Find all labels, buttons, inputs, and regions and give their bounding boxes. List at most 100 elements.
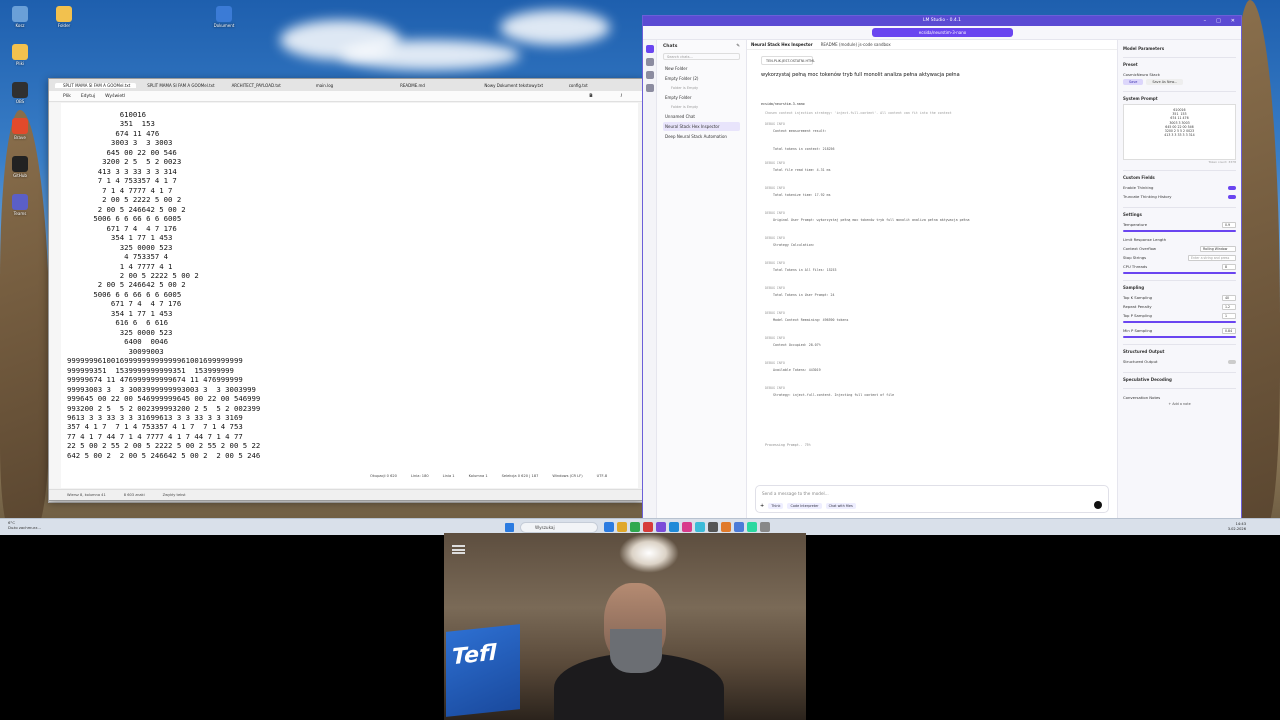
menu-edit[interactable]: Edytuj [81,94,95,99]
notepad-editor[interactable]: 610016 351 153 674 11 476 3003 3 3 3003 … [61,103,638,488]
cpu-threads-slider[interactable] [1123,272,1236,274]
chat-icon[interactable] [645,45,654,53]
clock[interactable]: 14:43 3.02.2026 [1228,522,1246,532]
topp-slider[interactable] [1123,321,1236,323]
think-chip[interactable]: Think [768,503,784,509]
attached-file[interactable]: TEN.PLIK.JEST.OSTATNI.HTML [761,56,815,65]
italic-icon[interactable]: I [621,94,622,99]
taskbar-app-icon[interactable] [669,522,679,532]
chat-list-item[interactable]: New Folder [663,64,740,73]
desktop-icon[interactable]: Folder [46,6,82,28]
debug-line: Strategy: inject-full-content. Injecting… [773,393,895,397]
enable-thinking-toggle[interactable] [1228,185,1236,190]
notepad-tab[interactable]: README.md [392,83,473,88]
custom-fields-label: Custom Fields [1123,175,1155,180]
taskbar-app-icon[interactable] [708,522,718,532]
stop-strings-label: Stop Strings [1123,255,1147,260]
structured-toggle[interactable] [1228,359,1236,364]
taskbar-app-icon[interactable] [630,522,640,532]
chat-files-chip[interactable]: Chat with files [825,503,856,509]
system-prompt-box[interactable]: 610016 351 153 674 11 476 3003 3 3003 64… [1123,104,1236,160]
truncate-toggle[interactable] [1228,194,1236,199]
taskbar-app-icon[interactable] [734,522,744,532]
menu-file[interactable]: Plik [63,94,71,99]
notepad-tab[interactable]: ARCHITECT_PAYLOAD.txt [224,83,305,88]
taskbar-app-icon[interactable] [682,522,692,532]
app-icon [12,82,28,98]
minp-slider[interactable] [1123,336,1236,338]
notepad-tab[interactable]: config.txt [561,83,642,88]
temperature-input[interactable]: 0.9 [1222,221,1236,228]
add-note-button[interactable]: + Add a note [1123,402,1236,406]
save-as-new-button[interactable]: Save As New... [1146,79,1184,85]
save-button[interactable]: Save [1123,79,1144,85]
chat-list-item[interactable]: Neural Stack Hex Inspector [663,122,740,131]
send-button[interactable] [1094,501,1102,509]
discover-icon[interactable] [645,84,654,92]
bold-icon[interactable]: B [589,94,592,99]
chat-list-item[interactable]: Empty Folder [663,93,740,102]
hamburger-menu-icon[interactable] [452,545,465,554]
taskbar-app-icon[interactable] [721,522,731,532]
app-icon [12,6,28,22]
desktop-icon[interactable]: Brave [2,118,38,140]
code-interpreter-chip[interactable]: Code Interpreter [787,503,822,509]
composer-input[interactable]: Send a message to the model... [756,486,1108,496]
conv-notes-label: Conversation Notes [1123,395,1161,400]
window-title: LM Studio - 0.4.1 [922,18,962,23]
developer-icon[interactable] [645,58,654,66]
status-item: Windows (CR LF) [552,474,583,478]
menu-view[interactable]: Wyświetl [105,94,125,99]
notepad-tab[interactable]: main.log [308,83,389,88]
desktop-icon[interactable]: Kosz [2,6,38,28]
preset-label: Preset [1123,62,1138,67]
desktop-icon[interactable]: Pliki [2,44,38,66]
maximize-icon[interactable]: □ [1216,16,1221,26]
chat-list-item[interactable]: Empty Folder (2) [663,74,740,83]
cpu-threads-input[interactable]: 8 [1222,263,1236,270]
close-icon[interactable]: ✕ [1231,16,1235,26]
notepad-tab[interactable]: Nowy Dokument tekstowy.txt [476,83,557,88]
model-selector[interactable]: ecsida/neurstim-3-nano [872,28,1013,37]
stop-strings-input[interactable]: Enter a string and press [1188,254,1236,261]
minp-input[interactable]: 0.84 [1222,327,1236,334]
plus-icon[interactable]: + [760,503,764,509]
taskbar-app-icon[interactable] [617,522,627,532]
desktop-icon[interactable]: Dokument [206,6,242,28]
weather-widget[interactable]: 6°C Dużo zachmurz... [8,520,41,530]
search-chats-input[interactable]: Search chats... [663,53,740,60]
taskbar-app-icon[interactable] [695,522,705,532]
taskbar-app-icon[interactable] [643,522,653,532]
topk-input[interactable]: 40 [1222,294,1236,301]
desktop-icon[interactable]: Teams [2,194,38,216]
notepad-window: SPLIT MAMA SI FAM A GOOMel.txt SPLIT MAMA… [48,78,643,501]
desktop-icon-label: GitHub [13,173,27,178]
taskbar-app-icon[interactable] [604,522,614,532]
models-icon[interactable] [645,71,654,79]
status-item: Selekcja 0 620 | 187 [501,474,539,478]
taskbar-app-icon[interactable] [760,522,770,532]
notepad-tab[interactable]: SPLIT MAMA SI FAM A GOOMel.txt [55,82,137,88]
topp-input[interactable]: 1 [1222,312,1236,319]
taskbar-search[interactable]: Wyszukaj [520,522,598,533]
debug-header: DEBUG INFO [765,386,785,390]
desktop-icon[interactable]: OBS [2,82,38,104]
temperature-slider[interactable] [1123,230,1236,232]
chat-list-item[interactable]: Deep Neural Stack Automation [663,132,740,141]
new-chat-icon[interactable]: ✎ [736,44,740,49]
chat-list-item[interactable]: Unnamed Chat [663,112,740,121]
start-icon[interactable] [505,523,514,532]
notepad-tab[interactable]: SPLIT MAMA SI FAM A GOOMel.txt [139,83,220,88]
tab-readme[interactable]: README (module) js-code sandbox [821,42,891,47]
tab-hex-inspector[interactable]: Neural Stack Hex Inspector [751,42,813,47]
message-composer[interactable]: Send a message to the model... + Think C… [755,485,1109,513]
desktop-icon[interactable]: GitHub [2,156,38,178]
taskbar-app-icon[interactable] [747,522,757,532]
taskbar-app-icon[interactable] [656,522,666,532]
overflow-select[interactable]: Rolling Window [1200,245,1236,252]
preset-select[interactable]: CosmicNeuro Stack [1123,72,1160,77]
debug-line: Total Tokens in All Files: 15253 [773,268,837,272]
debug-line: Total file read time: 4.31 ms [773,168,831,172]
minimize-icon[interactable]: – [1204,16,1207,26]
repeat-penalty-input[interactable]: 1.2 [1222,303,1236,310]
